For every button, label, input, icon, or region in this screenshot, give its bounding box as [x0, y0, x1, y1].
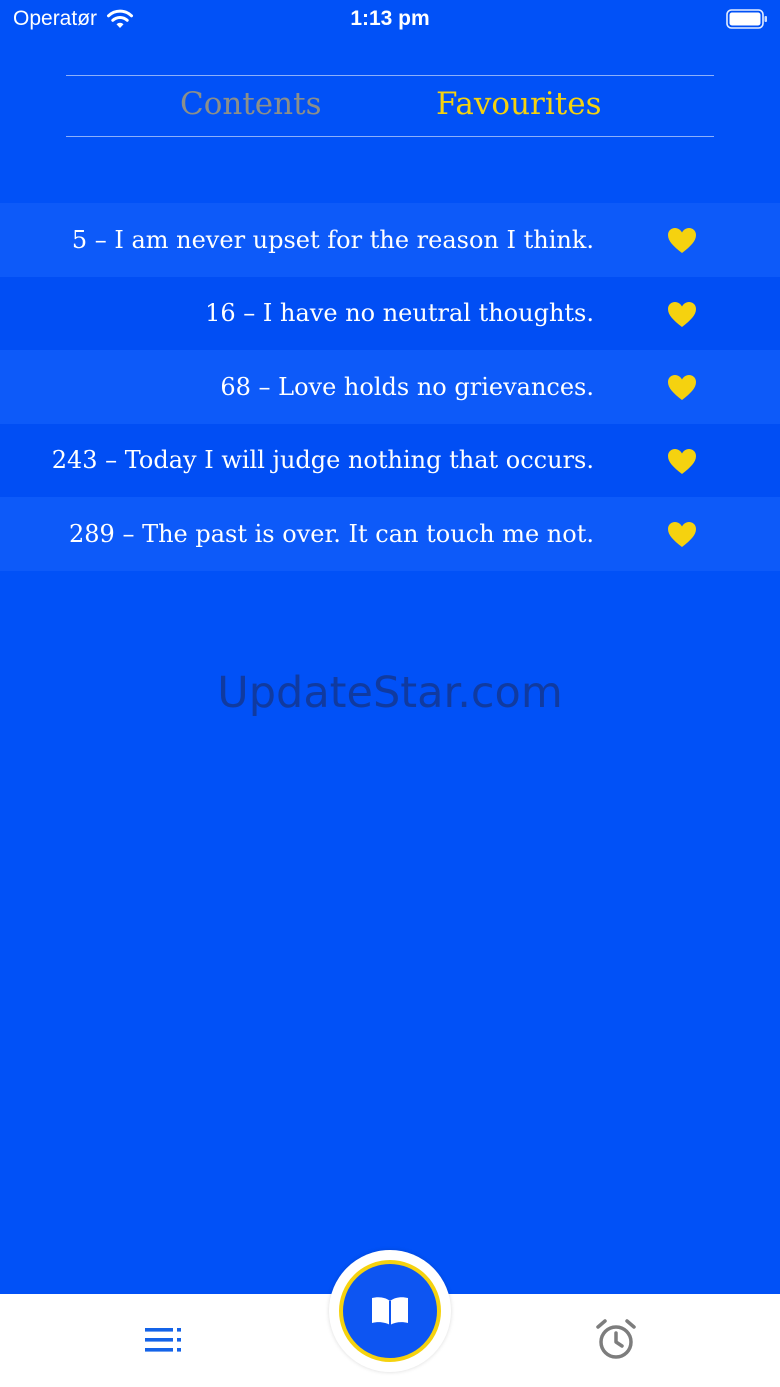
status-bar: Operatør 1:13 pm [0, 0, 780, 44]
heart-icon[interactable] [667, 301, 697, 328]
heart-icon[interactable] [667, 521, 697, 548]
list-item-label: 5 – I am never upset for the reason I th… [71, 225, 594, 254]
battery-icon [726, 9, 767, 29]
open-book-icon [372, 1297, 408, 1325]
favourites-list: 5 – I am never upset for the reason I th… [0, 203, 780, 571]
heart-icon[interactable] [667, 227, 697, 254]
list-item[interactable]: 289 – The past is over. It can touch me … [0, 497, 780, 571]
list-item-label: 16 – I have no neutral thoughts. [205, 299, 594, 328]
list-item-label: 68 – Love holds no grievances. [220, 372, 594, 401]
heart-icon[interactable] [667, 448, 697, 475]
list-item[interactable]: 5 – I am never upset for the reason I th… [0, 203, 780, 277]
list-icon[interactable] [145, 1328, 183, 1352]
watermark: UpdateStar.com [217, 668, 563, 718]
tab-contents[interactable]: Contents [180, 86, 321, 122]
alarm-clock-icon[interactable] [594, 1318, 638, 1362]
tab-favourites[interactable]: Favourites [436, 86, 601, 122]
read-book-button[interactable] [339, 1260, 441, 1362]
list-item[interactable]: 243 – Today I will judge nothing that oc… [0, 423, 780, 497]
list-item-label: 243 – Today I will judge nothing that oc… [51, 446, 594, 475]
heart-icon[interactable] [667, 374, 697, 401]
list-item-label: 289 – The past is over. It can touch me … [69, 519, 594, 548]
segment-control: Contents Favourites [66, 75, 714, 137]
list-item[interactable]: 68 – Love holds no grievances. [0, 350, 780, 424]
list-item[interactable]: 16 – I have no neutral thoughts. [0, 276, 780, 350]
status-time: 1:13 pm [350, 7, 430, 30]
